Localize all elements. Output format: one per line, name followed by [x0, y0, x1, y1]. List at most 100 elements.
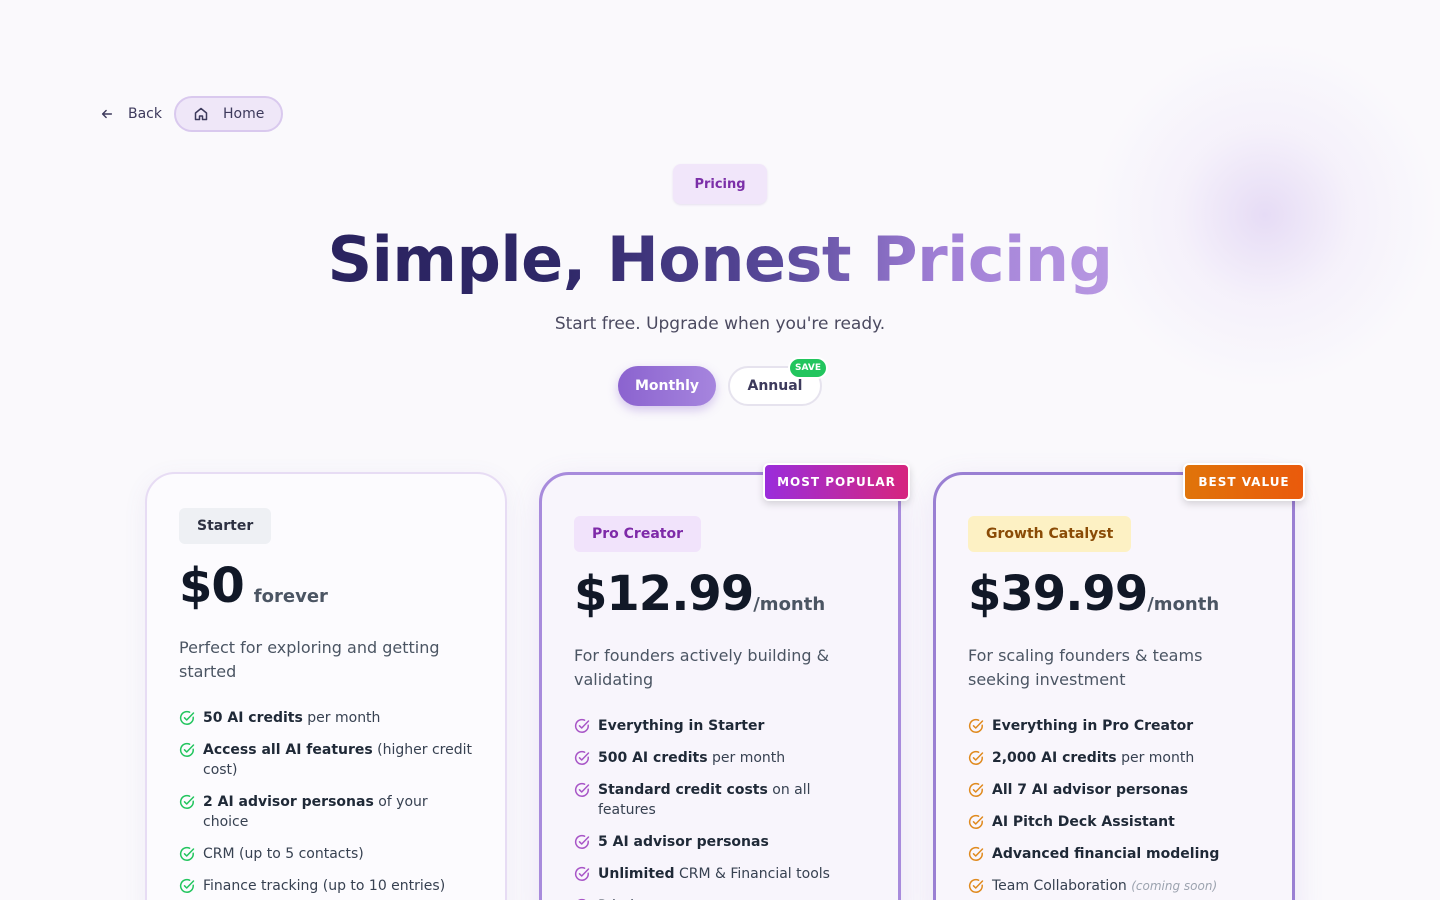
- back-button[interactable]: Back: [100, 106, 162, 122]
- feature-text: 2,000 AI credits per month: [992, 748, 1194, 768]
- plan-price: $12.99: [574, 566, 754, 622]
- feature-highlight: Everything in Pro Creator: [992, 718, 1194, 734]
- feature-highlight: 50 AI credits: [203, 710, 303, 726]
- feature-item: 500 AI credits per month: [574, 748, 866, 768]
- feature-text: 5 AI advisor personas: [598, 832, 769, 852]
- plan-name: Pro Creator: [574, 516, 701, 552]
- plan-description: For founders actively building & validat…: [574, 646, 830, 689]
- home-button[interactable]: Home: [174, 96, 284, 132]
- feature-highlight: AI Pitch Deck Assistant: [992, 814, 1175, 830]
- feature-text: 50 AI credits per month: [203, 708, 380, 728]
- best-value-ribbon: BEST VALUE: [1183, 463, 1305, 501]
- feature-item: Everything in Starter: [574, 716, 866, 736]
- feature-highlight: 5 AI advisor personas: [598, 834, 769, 850]
- price-row: $0 forever: [179, 558, 473, 614]
- feature-detail: Finance tracking (up to 10 entries): [203, 878, 446, 894]
- feature-detail: per month: [707, 750, 786, 766]
- check-circle-icon: [179, 710, 195, 725]
- page-title: Simple, Honest Pricing: [0, 222, 1440, 298]
- check-circle-icon: [574, 750, 590, 765]
- page-subtitle: Start free. Upgrade when you're ready.: [554, 314, 886, 334]
- arrow-left-icon: [101, 109, 113, 119]
- feature-detail: CRM & Financial tools: [674, 866, 830, 882]
- feature-item: AI Pitch Deck Assistant: [968, 812, 1260, 832]
- feature-detail: per month: [1116, 750, 1195, 766]
- plan-period: forever: [253, 586, 328, 607]
- feature-item: CRM (up to 5 contacts): [179, 844, 473, 864]
- feature-text: Priority support: [598, 896, 706, 900]
- feature-highlight: All 7 AI advisor personas: [992, 782, 1189, 798]
- save-badge: SAVE: [788, 357, 828, 379]
- feature-text: All 7 AI advisor personas: [992, 780, 1188, 800]
- plan-card-starter: Starter $0 forever Perfect for exploring…: [145, 472, 507, 900]
- home-icon: [194, 107, 208, 121]
- feature-detail: Team Collaboration: [992, 878, 1127, 894]
- feature-item: Unlimited CRM & Financial tools: [574, 864, 866, 884]
- plan-description: Perfect for exploring and getting starte…: [179, 638, 440, 681]
- feature-item: 2,000 AI credits per month: [968, 748, 1260, 768]
- feature-text: 2 AI advisor personas of your choice: [203, 792, 473, 832]
- feature-item: 5 AI advisor personas: [574, 832, 866, 852]
- top-nav: Back Home: [100, 96, 284, 132]
- background-glow: [1090, 40, 1440, 390]
- feature-highlight: 2 AI advisor personas: [203, 794, 374, 810]
- plan-period: /month: [1147, 594, 1220, 615]
- check-circle-icon: [968, 814, 984, 829]
- feature-highlight: Standard credit costs: [598, 782, 768, 798]
- check-circle-icon: [574, 718, 590, 733]
- feature-text: Advanced financial modeling: [992, 844, 1219, 864]
- feature-highlight: Advanced financial modeling: [992, 846, 1220, 862]
- feature-item: 50 AI credits per month: [179, 708, 473, 728]
- check-circle-icon: [968, 718, 984, 733]
- feature-list: Everything in Pro Creator 2,000 AI credit…: [968, 716, 1260, 896]
- check-circle-icon: [574, 834, 590, 849]
- feature-item: Access all AI features (higher credit co…: [179, 740, 473, 780]
- plan-card-growth-catalyst: Growth Catalyst $39.99 /month For scalin…: [933, 472, 1295, 900]
- check-circle-icon: [574, 782, 590, 797]
- feature-list: 50 AI credits per month Access all AI fea…: [179, 708, 473, 900]
- feature-item: All 7 AI advisor personas: [968, 780, 1260, 800]
- feature-text: 500 AI credits per month: [598, 748, 785, 768]
- feature-text: Unlimited CRM & Financial tools: [598, 864, 830, 884]
- feature-text: Access all AI features (higher credit co…: [203, 740, 473, 780]
- home-label: Home: [223, 106, 265, 122]
- price-row: $39.99 /month: [968, 566, 1260, 622]
- check-circle-icon: [179, 794, 195, 809]
- feature-text: AI Pitch Deck Assistant: [992, 812, 1175, 832]
- feature-detail: per month: [302, 710, 381, 726]
- check-circle-icon: [179, 878, 195, 893]
- page-title-text: Simple, Honest Pricing: [327, 223, 1113, 296]
- plan-price: $0: [179, 558, 245, 614]
- feature-text: Team Collaboration (coming soon): [992, 876, 1217, 896]
- feature-item: 2 AI advisor personas of your choice: [179, 792, 473, 832]
- check-circle-icon: [968, 846, 984, 861]
- feature-list: Everything in Starter 500 AI credits per …: [574, 716, 866, 900]
- plan-description: For scaling founders & teams seeking inv…: [968, 646, 1203, 689]
- check-circle-icon: [179, 742, 195, 757]
- feature-text: CRM (up to 5 contacts): [203, 844, 364, 864]
- feature-item: Standard credit costs on all features: [574, 780, 866, 820]
- check-circle-icon: [968, 782, 984, 797]
- feature-text: Finance tracking (up to 10 entries): [203, 876, 445, 896]
- feature-item: Everything in Pro Creator: [968, 716, 1260, 736]
- feature-detail: CRM (up to 5 contacts): [203, 846, 364, 862]
- most-popular-ribbon: MOST POPULAR: [763, 463, 910, 501]
- check-circle-icon: [968, 878, 984, 893]
- pricing-badge: Pricing: [673, 164, 767, 204]
- back-label: Back: [128, 106, 162, 122]
- check-circle-icon: [968, 750, 984, 765]
- feature-item: Team Collaboration (coming soon): [968, 876, 1260, 896]
- plan-card-pro-creator: Pro Creator $12.99 /month For founders a…: [539, 472, 901, 900]
- feature-item: Priority support: [574, 896, 866, 900]
- price-row: $12.99 /month: [574, 566, 866, 622]
- plan-period: /month: [753, 594, 826, 615]
- feature-note: (coming soon): [1131, 879, 1218, 893]
- check-circle-icon: [574, 866, 590, 881]
- plan-name: Growth Catalyst: [968, 516, 1132, 552]
- feature-text: Everything in Starter: [598, 716, 764, 736]
- plan-price: $39.99: [968, 566, 1148, 622]
- billing-monthly-toggle[interactable]: Monthly: [618, 366, 716, 406]
- feature-text: Everything in Pro Creator: [992, 716, 1193, 736]
- plan-name: Starter: [179, 508, 272, 544]
- feature-text: Standard credit costs on all features: [598, 780, 866, 820]
